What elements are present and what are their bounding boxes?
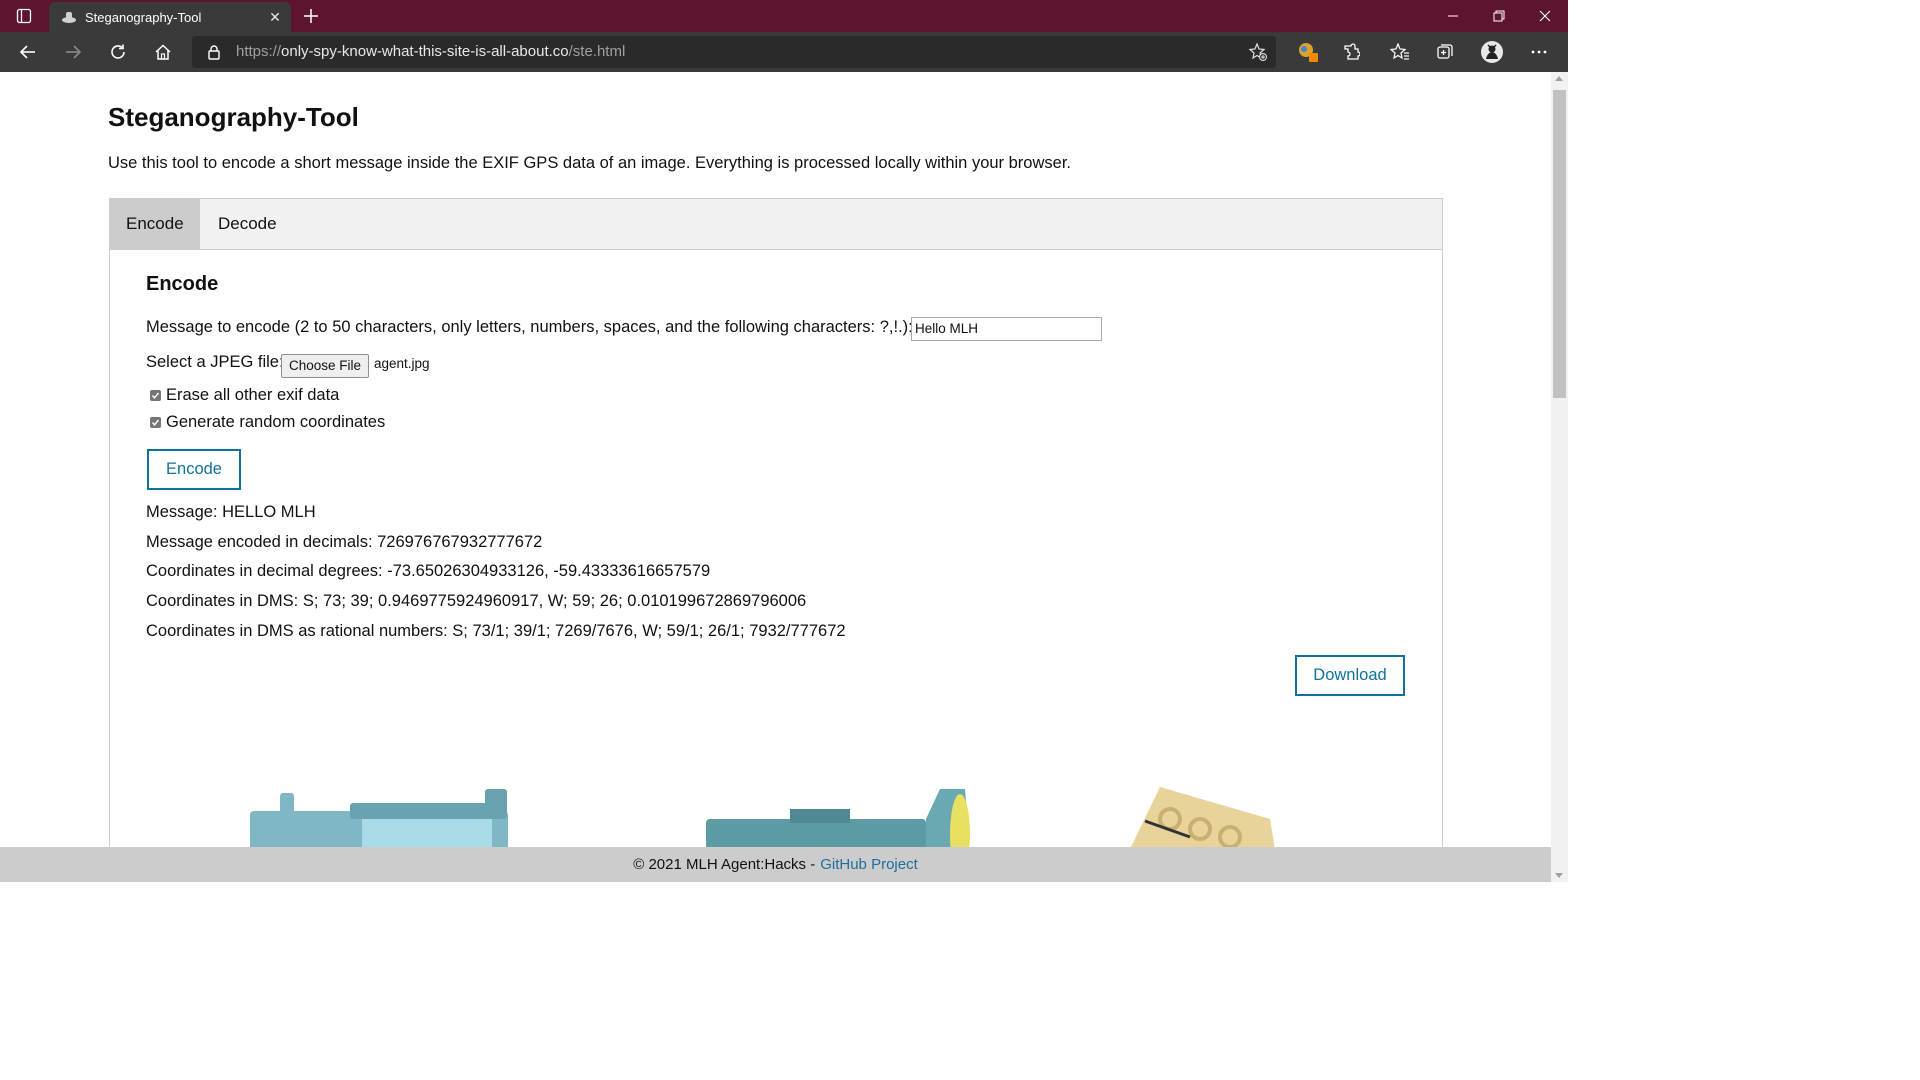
page-scrollbar[interactable] xyxy=(1551,72,1568,882)
url-scheme: https:// xyxy=(236,43,282,60)
restore-icon[interactable] xyxy=(1476,0,1522,32)
erase-exif-label[interactable]: Erase all other exif data xyxy=(166,386,339,405)
url-path: /ste.html xyxy=(568,43,626,60)
random-coords-label[interactable]: Generate random coordinates xyxy=(166,413,385,432)
new-tab-icon[interactable] xyxy=(300,5,322,27)
favorites-icon[interactable] xyxy=(1386,38,1414,66)
profile-avatar[interactable] xyxy=(1478,38,1506,66)
download-button[interactable]: Download xyxy=(1295,655,1405,696)
browser-tab-active[interactable]: Steganography-Tool ✕ xyxy=(49,2,291,32)
add-favorite-icon[interactable] xyxy=(1248,42,1268,62)
minimize-icon[interactable] xyxy=(1430,0,1476,32)
result-decimals: Message encoded in decimals: 72697676793… xyxy=(146,533,543,551)
result-decimal-degrees: Coordinates in decimal degrees: -73.6502… xyxy=(146,562,711,580)
extensions-puzzle-icon[interactable] xyxy=(1337,38,1365,66)
result-message: Message: HELLO MLH xyxy=(146,503,316,521)
message-label: Message to encode (2 to 50 characters, o… xyxy=(146,318,913,336)
page-description: Use this tool to encode a short message … xyxy=(108,154,1071,172)
encode-heading: Encode xyxy=(146,273,219,295)
tool-panel: Encode Decode Encode Message to encode (… xyxy=(109,198,1443,882)
random-coords-checkbox[interactable] xyxy=(150,417,161,428)
collections-icon[interactable] xyxy=(1431,38,1459,66)
selected-file-name: agent.jpg xyxy=(374,356,430,371)
file-label: Select a JPEG file: xyxy=(146,353,284,371)
extension-colorful-icon[interactable] xyxy=(1294,38,1322,66)
choose-file-button[interactable]: Choose File xyxy=(281,354,370,378)
close-tab-icon[interactable]: ✕ xyxy=(265,7,285,27)
page-title: Steganography-Tool xyxy=(108,102,359,132)
browser-tab-bar: Steganography-Tool ✕ xyxy=(0,0,1568,32)
encode-button[interactable]: Encode xyxy=(147,449,241,490)
result-dms-rational: Coordinates in DMS as rational numbers: … xyxy=(146,622,846,640)
result-dms: Coordinates in DMS: S; 73; 39; 0.9469775… xyxy=(146,592,807,610)
home-icon[interactable] xyxy=(149,38,177,66)
scroll-down-arrow-icon[interactable] xyxy=(1555,873,1563,878)
footer-copyright: © 2021 MLH Agent:Hacks - xyxy=(633,856,816,873)
more-menu-icon[interactable] xyxy=(1525,38,1553,66)
back-arrow-icon[interactable] xyxy=(14,38,42,66)
close-window-icon[interactable] xyxy=(1522,0,1568,32)
scrollbar-thumb[interactable] xyxy=(1553,90,1566,398)
page-viewport: Steganography-Tool Use this tool to enco… xyxy=(0,72,1551,882)
tab-encode[interactable]: Encode xyxy=(110,199,200,249)
spy-favicon-icon xyxy=(61,9,77,25)
tool-tab-strip: Encode Decode xyxy=(110,199,1442,250)
erase-exif-checkbox[interactable] xyxy=(150,390,161,401)
github-project-link[interactable]: GitHub Project xyxy=(820,856,918,873)
browser-tab-title: Steganography-Tool xyxy=(85,9,202,25)
url-text[interactable]: https://only-spy-know-what-this-site-is-… xyxy=(236,43,625,60)
message-input[interactable] xyxy=(911,317,1102,341)
page-footer: © 2021 MLH Agent:Hacks - GitHub Project xyxy=(0,847,1551,882)
lock-icon[interactable] xyxy=(206,44,222,60)
browser-toolbar: https://only-spy-know-what-this-site-is-… xyxy=(0,32,1568,72)
tab-decode[interactable]: Decode xyxy=(202,199,293,249)
tab-actions-icon[interactable] xyxy=(10,6,38,26)
refresh-icon[interactable] xyxy=(104,38,132,66)
forward-arrow-icon[interactable] xyxy=(59,38,87,66)
scroll-up-arrow-icon[interactable] xyxy=(1555,76,1563,81)
url-host: only-spy-know-what-this-site-is-all-abou… xyxy=(281,43,569,60)
address-bar[interactable]: https://only-spy-know-what-this-site-is-… xyxy=(192,36,1276,68)
